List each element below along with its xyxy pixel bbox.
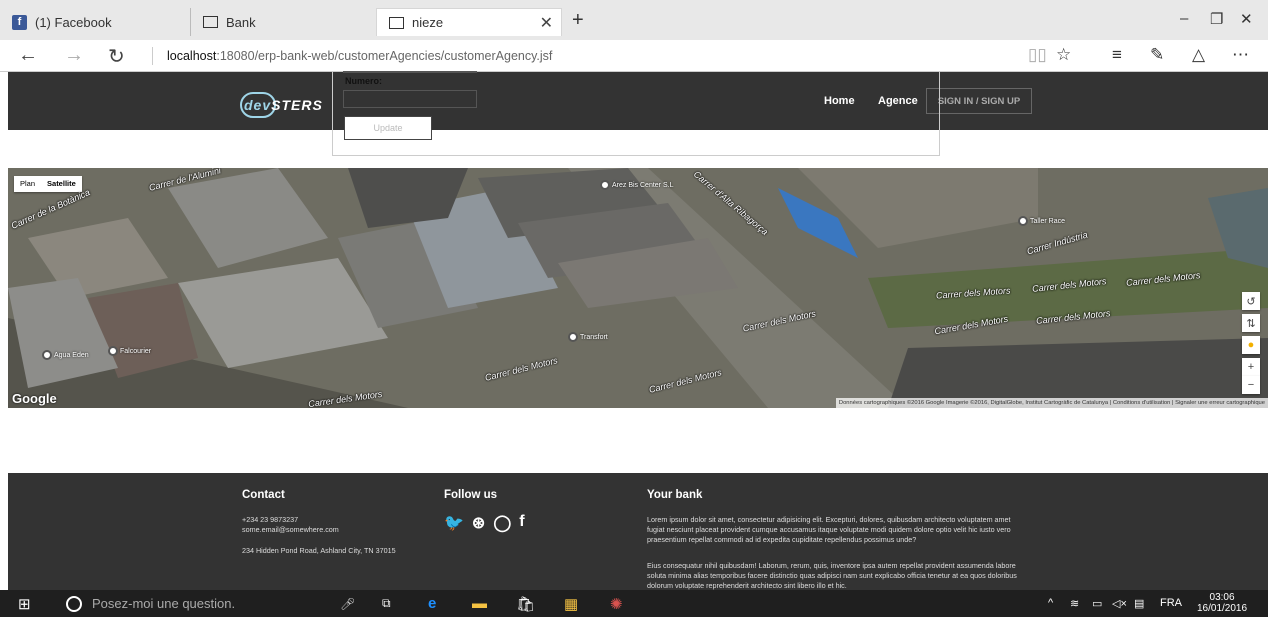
footer-bank-paragraph: Lorem ipsum dolor sit amet, consectetur … — [647, 515, 1011, 544]
refresh-icon[interactable]: ↻ — [108, 44, 125, 69]
poi-marker-icon — [568, 332, 578, 342]
network-icon[interactable]: ≋ — [1070, 597, 1079, 610]
favorite-star-icon[interactable]: ☆ — [1056, 45, 1071, 65]
pegman-icon[interactable]: ● — [1242, 336, 1260, 354]
store-icon[interactable]: 🛍︎ — [516, 594, 535, 613]
devsters-logo[interactable]: devSTERS — [240, 92, 340, 122]
poi-marker-icon — [42, 350, 52, 360]
footer-follow-title: Follow us — [444, 489, 498, 501]
map-attribution[interactable]: Données cartographiques ©2016 Google Ima… — [835, 398, 1268, 408]
language-indicator[interactable]: FRA — [1160, 597, 1182, 609]
clock-time: 03:06 — [1209, 592, 1235, 603]
map-poi[interactable]: Agua Eden — [42, 350, 89, 360]
tab-nieze[interactable]: nieze ✕ — [376, 8, 562, 36]
footer-email[interactable]: some.email@somewhere.com — [242, 525, 339, 535]
logo-text-a: dev — [244, 97, 272, 113]
url-field[interactable]: localhost:18080/erp-bank-web/customerAge… — [152, 47, 552, 65]
page-icon — [389, 15, 404, 30]
agency-form-panel: Numero: Update — [332, 71, 940, 156]
site-footer: Contact +234 23 9873237 some.email@somew… — [8, 473, 1268, 590]
google-map[interactable]: Plan Satellite Arez Bis Center S.L Talle… — [8, 168, 1268, 408]
back-arrow-icon[interactable]: ← — [18, 44, 38, 67]
poi-marker-icon — [600, 180, 610, 190]
hub-icon[interactable]: ≡ — [1112, 45, 1122, 65]
sign-in-button[interactable]: SIGN IN / SIGN UP — [926, 88, 1032, 114]
address-bar: ← → ↻ localhost:18080/erp-bank-web/custo… — [0, 40, 1268, 72]
social-links: 🐦 ⊛ ◯ f — [444, 513, 525, 533]
taskbar-clock[interactable]: 03:06 16/01/2016 — [1197, 592, 1247, 614]
tab-facebook[interactable]: f (1) Facebook — [0, 8, 190, 36]
url-host: localhost — [167, 49, 217, 63]
footer-bank-paragraph: Eius consequatur nihil quibusdam! Laboru… — [647, 561, 1017, 590]
tab-label: nieze — [412, 15, 444, 30]
facebook-icon: f — [12, 14, 27, 30]
map-plan-button[interactable]: Plan — [14, 176, 41, 192]
restore-button[interactable]: ❐ — [1210, 10, 1223, 28]
search-placeholder: Posez-moi une question. — [92, 596, 236, 611]
dribbble-icon[interactable]: ⊛ — [472, 513, 485, 533]
map-type-toggle: Plan Satellite — [14, 176, 82, 192]
page-icon — [203, 15, 218, 30]
forward-arrow-icon[interactable]: → — [64, 44, 84, 67]
tab-close-icon[interactable]: ✕ — [540, 13, 553, 33]
previous-input-edge — [343, 71, 477, 73]
share-icon[interactable]: △ — [1192, 45, 1205, 65]
task-view-icon[interactable]: ⧉ — [382, 594, 391, 613]
map-satellite-button[interactable]: Satellite — [41, 176, 82, 192]
notifications-icon[interactable]: ▤ — [1134, 597, 1144, 610]
microphone-icon[interactable]: 🎤︎ — [340, 594, 355, 613]
tab-label: (1) Facebook — [35, 14, 112, 30]
logo-text-b: STERS — [271, 97, 323, 113]
clock-date: 16/01/2016 — [1197, 603, 1248, 614]
more-icon[interactable]: ⋯ — [1232, 45, 1249, 65]
map-poi[interactable]: Taller Race — [1018, 216, 1065, 226]
app-icon[interactable]: ▦ — [564, 594, 578, 613]
rotate-map-icon[interactable]: ↺ — [1242, 292, 1260, 310]
github-icon[interactable]: ◯ — [493, 513, 511, 533]
tab-bank[interactable]: Bank — [190, 8, 376, 36]
numero-label: Numero: — [345, 76, 383, 86]
map-poi[interactable]: Transfort — [568, 332, 608, 342]
windows-taskbar: ⊞ Posez-moi une question. 🎤︎ ⧉ e ▬ 🛍︎ ▦ … — [0, 590, 1268, 617]
zoom-out-button[interactable]: − — [1242, 376, 1260, 394]
footer-contact-title: Contact — [242, 489, 285, 501]
twitter-icon[interactable]: 🐦 — [444, 513, 464, 533]
numero-input[interactable] — [343, 90, 477, 108]
tilt-map-icon[interactable]: ⇅ — [1242, 314, 1260, 332]
update-button[interactable]: Update — [344, 116, 432, 140]
browser-tab-strip: f (1) Facebook Bank nieze ✕ + – ❐ ✕ — [0, 0, 1268, 40]
poi-marker-icon — [1018, 216, 1028, 226]
file-explorer-icon[interactable]: ▬ — [472, 594, 487, 613]
minimize-button[interactable]: – — [1180, 10, 1188, 27]
cortana-search[interactable]: Posez-moi une question. — [62, 590, 362, 617]
battery-icon[interactable]: ▭ — [1092, 597, 1102, 610]
volume-icon[interactable]: ◁× — [1112, 597, 1127, 610]
map-poi[interactable]: Arez Bis Center S.L — [600, 180, 673, 190]
footer-phone: +234 23 9873237 — [242, 515, 299, 524]
app-icon[interactable]: ✺ — [610, 594, 623, 613]
windows-start-icon[interactable]: ⊞ — [18, 594, 31, 613]
google-logo: Google — [12, 391, 57, 406]
web-note-icon[interactable]: ✎ — [1150, 45, 1164, 65]
tray-chevron-icon[interactable]: ^ — [1048, 597, 1053, 609]
reading-view-icon[interactable]: ▯▯ — [1028, 45, 1047, 65]
edge-icon[interactable]: e — [428, 594, 436, 613]
zoom-in-button[interactable]: + — [1242, 358, 1260, 376]
map-poi[interactable]: Falcourier — [108, 346, 151, 356]
url-path: :18080/erp-bank-web/customerAgencies/cus… — [216, 49, 553, 63]
poi-marker-icon — [108, 346, 118, 356]
close-window-button[interactable]: ✕ — [1240, 10, 1253, 28]
footer-bank-title: Your bank — [647, 489, 703, 501]
cortana-icon — [66, 595, 82, 612]
footer-address: 234 Hidden Pond Road, Ashland City, TN 3… — [242, 546, 396, 555]
facebook-icon[interactable]: f — [519, 513, 524, 533]
new-tab-button[interactable]: + — [572, 9, 584, 32]
tab-label: Bank — [226, 14, 256, 30]
